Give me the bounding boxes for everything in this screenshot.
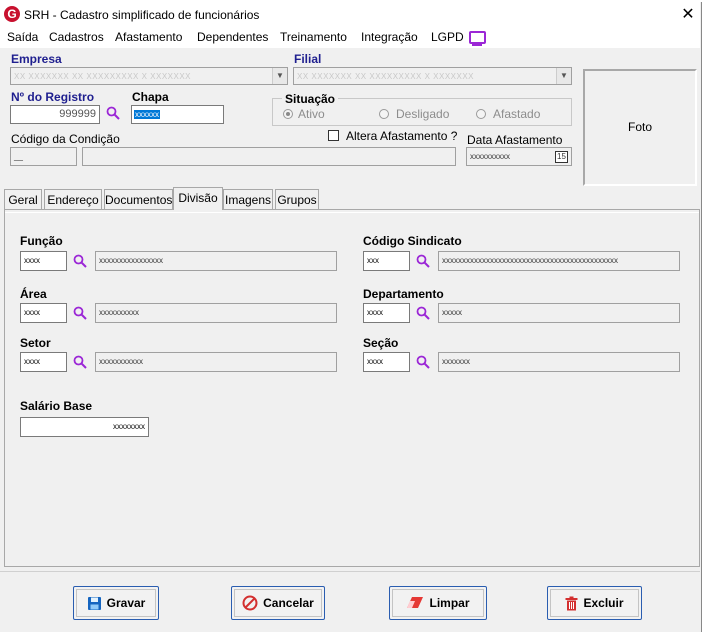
filial-label: Filial bbox=[294, 52, 322, 66]
funcao-desc-field: xxxxxxxxxxxxxxxx bbox=[95, 251, 337, 271]
data-afastamento-value: xxxxxxxxxx bbox=[470, 151, 510, 161]
setor-label: Setor bbox=[20, 336, 51, 350]
limpar-button[interactable]: Limpar bbox=[389, 586, 487, 620]
eraser-icon bbox=[407, 597, 424, 608]
condicao-desc-field bbox=[82, 147, 456, 166]
tab-endereco[interactable]: Endereço bbox=[44, 189, 102, 209]
tab-divisao[interactable]: Divisão bbox=[173, 187, 223, 210]
funcao-code-input[interactable]: xxxx bbox=[20, 251, 67, 271]
area-label: Área bbox=[20, 287, 47, 301]
empresa-label: Empresa bbox=[11, 52, 62, 66]
search-funcao-icon[interactable] bbox=[73, 254, 87, 268]
chapa-input[interactable]: xxxxxx bbox=[131, 105, 224, 124]
situacao-ativo-radio[interactable] bbox=[283, 109, 293, 119]
search-departamento-icon[interactable] bbox=[416, 306, 430, 320]
tab-imagens[interactable]: Imagens bbox=[223, 189, 273, 209]
setor-code-input[interactable]: xxxx bbox=[20, 352, 67, 372]
departamento-desc-field: xxxxx bbox=[438, 303, 680, 323]
chevron-down-icon[interactable]: ▼ bbox=[272, 68, 287, 84]
tab-grupos[interactable]: Grupos bbox=[275, 189, 319, 209]
limpar-label: Limpar bbox=[429, 596, 470, 610]
menu-treinamento[interactable]: Treinamento bbox=[280, 30, 347, 44]
registro-label: Nº do Registro bbox=[11, 90, 95, 104]
area-desc-field: xxxxxxxxxx bbox=[95, 303, 337, 323]
tab-geral[interactable]: Geral bbox=[4, 189, 42, 209]
sindicato-label: Código Sindicato bbox=[363, 234, 462, 248]
search-sindicato-icon[interactable] bbox=[416, 254, 430, 268]
data-afastamento-label: Data Afastamento bbox=[467, 133, 563, 147]
chapa-value: xxxxxx bbox=[134, 110, 160, 119]
data-afastamento-field[interactable]: xxxxxxxxxx 15 bbox=[466, 147, 572, 166]
cancel-icon bbox=[242, 595, 258, 611]
departamento-label: Departamento bbox=[363, 287, 444, 301]
menu-integracao[interactable]: Integração bbox=[361, 30, 418, 44]
registro-input[interactable]: 999999 bbox=[10, 105, 100, 124]
tab-documentos[interactable]: Documentos bbox=[104, 189, 173, 209]
monitor-stand-icon bbox=[472, 44, 482, 46]
secao-label: Seção bbox=[363, 336, 399, 350]
cancelar-button[interactable]: Cancelar bbox=[231, 586, 325, 620]
situacao-ativo-label: Ativo bbox=[298, 107, 325, 121]
funcao-label: Função bbox=[20, 234, 63, 248]
situacao-label: Situação bbox=[282, 92, 339, 106]
filial-value: XX XXXXXXX XX XXXXXXXXX X XXXXXXX bbox=[297, 72, 475, 81]
situacao-desligado-radio[interactable] bbox=[379, 109, 389, 119]
floppy-disk-icon bbox=[87, 596, 101, 610]
cancelar-label: Cancelar bbox=[263, 596, 314, 610]
situacao-desligado-label: Desligado bbox=[396, 107, 450, 121]
condicao-code-field[interactable]: __ bbox=[10, 147, 77, 166]
altera-afastamento-checkbox[interactable] bbox=[328, 130, 339, 141]
situacao-afastado-radio[interactable] bbox=[476, 109, 486, 119]
altera-afastamento-label: Altera Afastamento ? bbox=[346, 129, 458, 143]
area-code-input[interactable]: xxxx bbox=[20, 303, 67, 323]
salario-input[interactable]: xxxxxxxx bbox=[20, 417, 149, 437]
condicao-label: Código da Condição bbox=[11, 132, 120, 146]
chapa-label: Chapa bbox=[132, 90, 169, 104]
menu-dependentes[interactable]: Dependentes bbox=[197, 30, 268, 44]
excluir-button[interactable]: Excluir bbox=[547, 586, 642, 620]
secao-code-input[interactable]: xxxx bbox=[363, 352, 410, 372]
departamento-code-input[interactable]: xxxx bbox=[363, 303, 410, 323]
window-title: SRH - Cadastro simplificado de funcionár… bbox=[24, 8, 260, 22]
search-registro-icon[interactable] bbox=[106, 106, 120, 120]
filial-combo[interactable]: XX XXXXXXX XX XXXXXXXXX X XXXXXXX ▼ bbox=[293, 67, 572, 85]
footer-divider bbox=[0, 571, 700, 572]
gravar-button[interactable]: Gravar bbox=[73, 586, 159, 620]
empresa-combo[interactable]: XX XXXXXXX XX XXXXXXXXX X XXXXXXX ▼ bbox=[10, 67, 288, 85]
sindicato-code-input[interactable]: xxx bbox=[363, 251, 410, 271]
menu-cadastros[interactable]: Cadastros bbox=[49, 30, 104, 44]
menu-bar bbox=[0, 28, 700, 48]
sindicato-desc-field: xxxxxxxxxxxxxxxxxxxxxxxxxxxxxxxxxxxxxxxx… bbox=[438, 251, 680, 271]
trash-icon bbox=[565, 596, 578, 610]
menu-lgpd[interactable]: LGPD bbox=[431, 30, 464, 44]
app-logo-icon: G bbox=[4, 6, 20, 22]
empresa-value: XX XXXXXXX XX XXXXXXXXX X XXXXXXX bbox=[14, 72, 192, 81]
menu-saida[interactable]: Saída bbox=[7, 30, 38, 44]
excluir-label: Excluir bbox=[583, 596, 624, 610]
close-button[interactable]: ✕ bbox=[676, 4, 700, 26]
secao-desc-field: xxxxxxx bbox=[438, 352, 680, 372]
search-secao-icon[interactable] bbox=[416, 355, 430, 369]
salario-label: Salário Base bbox=[20, 399, 93, 413]
menu-afastamento[interactable]: Afastamento bbox=[115, 30, 182, 44]
photo-box[interactable]: Foto bbox=[583, 69, 697, 186]
setor-desc-field: xxxxxxxxxxx bbox=[95, 352, 337, 372]
search-area-icon[interactable] bbox=[73, 306, 87, 320]
gravar-label: Gravar bbox=[106, 596, 146, 610]
monitor-icon[interactable] bbox=[469, 31, 486, 44]
search-setor-icon[interactable] bbox=[73, 355, 87, 369]
calendar-icon[interactable]: 15 bbox=[555, 150, 568, 163]
chevron-down-icon[interactable]: ▼ bbox=[556, 68, 571, 84]
situacao-afastado-label: Afastado bbox=[493, 107, 541, 121]
